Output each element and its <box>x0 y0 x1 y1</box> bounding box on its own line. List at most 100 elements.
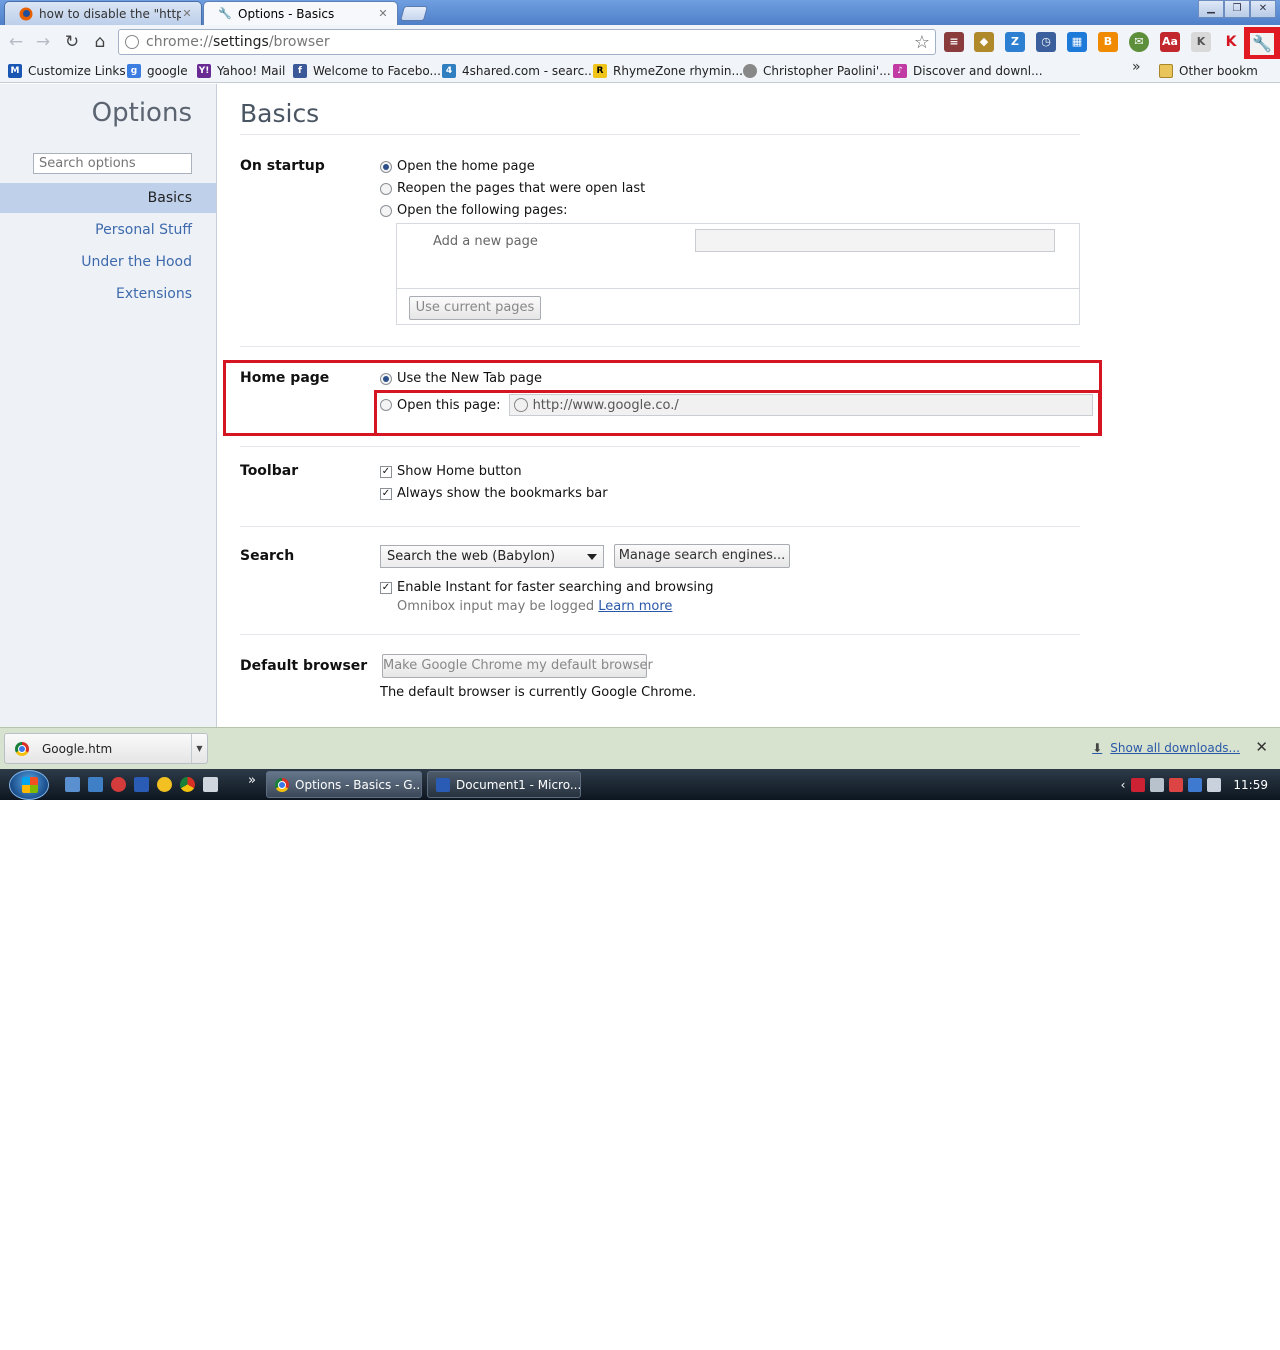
taskbar-window-chrome[interactable]: Options - Basics - G... <box>266 771 422 798</box>
bookmark-item[interactable]: Christopher Paolini'... <box>743 62 891 80</box>
bookmarks-bar: M Customize Links g google Y! Yahoo! Mail f… <box>0 59 1280 83</box>
tab-strip: how to disable the "http://v ✕ 🔧 Options… <box>0 0 1280 25</box>
bookmark-item[interactable]: M Customize Links <box>8 62 126 80</box>
extension-icon[interactable]: Z <box>1005 32 1025 52</box>
close-shelf-icon[interactable]: ✕ <box>1255 738 1268 756</box>
calculator-icon[interactable] <box>203 777 218 792</box>
messenger-icon[interactable] <box>157 777 172 792</box>
section-label-startup: On startup <box>240 158 325 174</box>
bookmark-item[interactable]: f Welcome to Facebo... <box>293 62 441 80</box>
firefox-icon <box>19 7 33 21</box>
quick-launch-chevron[interactable]: » <box>248 773 256 788</box>
extension-icon[interactable]: ◆ <box>974 32 994 52</box>
bookmark-item[interactable]: Y! Yahoo! Mail <box>197 62 285 80</box>
bookmark-item[interactable]: 4 4shared.com - searc... <box>442 62 596 80</box>
forward-button[interactable]: → <box>32 31 54 53</box>
radio-button[interactable] <box>380 160 392 173</box>
tab-how-to-disable[interactable]: how to disable the "http://v ✕ <box>4 1 202 25</box>
close-window-button[interactable]: ✕ <box>1250 0 1276 18</box>
omnibox-note: Omnibox input may be logged Learn more <box>397 599 673 614</box>
tray-icon[interactable] <box>1169 777 1184 792</box>
start-button[interactable] <box>9 770 49 800</box>
network-icon[interactable] <box>1188 777 1203 792</box>
checkbox[interactable]: ✓ <box>380 487 392 500</box>
bookmark-item[interactable]: R RhymeZone rhymin... <box>593 62 743 80</box>
restore-button[interactable]: ❐ <box>1224 0 1250 18</box>
radio-reopen-pages[interactable]: Reopen the pages that were open last <box>380 181 645 196</box>
clock-icon[interactable]: ◷ <box>1036 32 1056 52</box>
tray-expand-icon[interactable]: ‹ <box>1121 778 1126 792</box>
manage-search-engines-button[interactable]: Manage search engines... <box>614 544 790 568</box>
bookmarks-overflow-chevron[interactable]: » <box>1132 59 1141 75</box>
sidebar-item-under-the-hood[interactable]: Under the Hood <box>0 247 216 277</box>
wrench-menu-icon[interactable]: 🔧 <box>1250 33 1274 55</box>
close-tab-icon[interactable]: ✕ <box>377 7 389 20</box>
kaspersky-icon[interactable]: K <box>1221 32 1241 52</box>
divider <box>240 634 1080 635</box>
tab-options-basics[interactable]: 🔧 Options - Basics ✕ <box>203 1 398 25</box>
radio-button[interactable] <box>380 182 392 195</box>
sidebar-item-personal-stuff[interactable]: Personal Stuff <box>0 215 216 245</box>
taskbar-window-word[interactable]: Document1 - Micro... <box>427 771 581 798</box>
tab-title: how to disable the "http://v <box>39 6 181 21</box>
globe-icon <box>743 64 757 78</box>
bookmark-icon: R <box>593 64 607 78</box>
show-desktop-icon[interactable] <box>88 777 103 792</box>
use-current-pages-button[interactable]: Use current pages <box>409 296 541 320</box>
tray-icon[interactable] <box>1131 777 1146 792</box>
download-item[interactable]: Google.htm ▼ <box>4 733 208 764</box>
checkbox[interactable]: ✓ <box>380 581 392 594</box>
learn-more-link[interactable]: Learn more <box>598 599 672 614</box>
new-tab-button[interactable] <box>399 6 429 21</box>
tray-icon[interactable] <box>1150 777 1165 792</box>
other-bookmarks[interactable]: Other bookm <box>1159 62 1258 80</box>
bookmark-icon: g <box>127 64 141 78</box>
chat-icon[interactable]: ✉ <box>1129 32 1149 52</box>
blogger-icon[interactable]: B <box>1098 32 1118 52</box>
radio-open-home-page[interactable]: Open the home page <box>380 159 535 174</box>
show-all-downloads-link[interactable]: ⬇ Show all downloads... <box>1092 741 1240 755</box>
extension-icon[interactable]: K <box>1191 32 1211 52</box>
sidebar-item-basics[interactable]: Basics <box>0 183 216 213</box>
download-arrow-icon: ⬇ <box>1092 741 1103 755</box>
bookmark-item[interactable]: ♪ Discover and downl... <box>893 62 1043 80</box>
options-sidebar: Options Basics Personal Stuff Under the … <box>0 84 217 727</box>
extension-icon[interactable]: ≡ <box>944 32 964 52</box>
word-icon[interactable] <box>134 777 149 792</box>
radio-open-following-pages[interactable]: Open the following pages: <box>380 203 568 218</box>
quick-launch-icon[interactable] <box>65 777 80 792</box>
add-page-input[interactable] <box>695 229 1055 252</box>
checkbox-enable-instant[interactable]: ✓ Enable Instant for faster searching and… <box>380 580 713 595</box>
bookmark-item[interactable]: g google <box>127 62 188 80</box>
home-button[interactable]: ⌂ <box>89 31 111 53</box>
search-options-input[interactable] <box>33 153 192 174</box>
system-tray: ‹ 11:59 <box>1121 769 1280 800</box>
make-default-browser-button[interactable]: Make Google Chrome my default browser <box>382 654 653 678</box>
highlight-box-open-this-page <box>374 390 1101 436</box>
bookmark-star-icon[interactable]: ☆ <box>914 32 930 53</box>
chrome-icon[interactable] <box>180 777 195 792</box>
reload-button[interactable]: ↻ <box>61 31 83 53</box>
folder-icon <box>1159 64 1173 78</box>
volume-icon[interactable] <box>1207 777 1222 792</box>
checkbox-show-bookmarks-bar[interactable]: ✓ Always show the bookmarks bar <box>380 486 608 501</box>
checkbox-show-home-button[interactable]: ✓ Show Home button <box>380 464 522 479</box>
bookmark-icon: M <box>8 64 22 78</box>
section-label-default-browser: Default browser <box>240 658 368 674</box>
default-browser-status: The default browser is currently Google … <box>380 685 697 700</box>
minimize-button[interactable]: ▁ <box>1198 0 1224 18</box>
quick-launch-icon[interactable] <box>111 777 126 792</box>
divider <box>240 526 1080 527</box>
chrome-icon <box>275 777 289 792</box>
close-tab-icon[interactable]: ✕ <box>181 7 193 20</box>
search-engine-select[interactable]: Search the web (Babylon) <box>380 545 604 568</box>
back-button[interactable]: ← <box>5 31 27 53</box>
browser-toolbar: ← → ↻ ⌂ chrome://settings/browser ☆ ≡ ◆ … <box>0 25 1280 59</box>
chevron-down-icon[interactable]: ▼ <box>191 734 207 763</box>
acrobat-icon[interactable]: Aa <box>1160 32 1180 52</box>
radio-button[interactable] <box>380 204 392 217</box>
calendar-icon[interactable]: ▦ <box>1067 32 1087 52</box>
address-bar[interactable]: chrome://settings/browser ☆ <box>118 29 936 55</box>
checkbox[interactable]: ✓ <box>380 465 392 478</box>
sidebar-item-extensions[interactable]: Extensions <box>0 279 216 309</box>
